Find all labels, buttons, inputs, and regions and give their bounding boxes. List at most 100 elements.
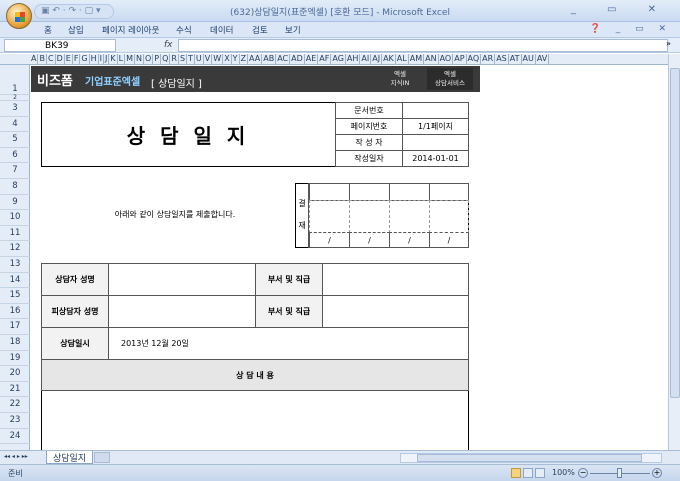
approval-title-cell[interactable] (349, 183, 390, 201)
info-value[interactable] (402, 102, 469, 119)
column-header[interactable]: AR (481, 54, 496, 64)
content-area[interactable] (42, 391, 468, 450)
column-header[interactable]: A (30, 54, 39, 64)
quick-access-toolbar[interactable]: ▣ ↶ · ↷ · ▢ ▾ (34, 4, 114, 19)
row-header[interactable]: 20 (0, 366, 30, 382)
sheet-tab-active[interactable]: 상담일지 (46, 451, 94, 464)
column-header[interactable]: D (56, 54, 65, 64)
date-value[interactable]: 2013년 12월 20일 (108, 327, 469, 360)
excel-consult-button[interactable]: 엑셀 상담서비스 (427, 68, 473, 90)
row-header[interactable]: 18 (0, 335, 30, 351)
row-header[interactable]: 3 (0, 101, 30, 117)
column-header[interactable]: O (144, 54, 154, 64)
tab-insert[interactable]: 삽입 (68, 24, 84, 36)
column-header[interactable]: AT (509, 54, 522, 64)
row-header[interactable]: 6 (0, 148, 30, 164)
column-header[interactable]: AI (360, 54, 372, 64)
row-header[interactable]: 24 (0, 429, 30, 445)
zoom-out-icon[interactable]: − (578, 468, 588, 478)
row-header[interactable]: 13 (0, 257, 30, 273)
approval-sign-cell[interactable] (309, 200, 350, 233)
approval-sign-cell[interactable] (429, 200, 469, 233)
row-header[interactable]: 21 (0, 382, 30, 398)
column-header[interactable]: AF (318, 54, 332, 64)
column-header[interactable]: AU (522, 54, 536, 64)
approval-date-cell[interactable]: / (389, 232, 430, 248)
column-header[interactable]: AH (346, 54, 361, 64)
row-header[interactable]: 22 (0, 397, 30, 413)
counselor-name-field[interactable] (108, 263, 256, 296)
column-header[interactable]: P (153, 54, 162, 64)
column-header[interactable]: AP (453, 54, 467, 64)
row-header[interactable]: 19 (0, 351, 30, 367)
column-header[interactable]: S (179, 54, 188, 64)
column-header[interactable]: V (204, 54, 213, 64)
page-break-view-icon[interactable] (535, 468, 545, 478)
column-header[interactable]: M (125, 54, 135, 64)
counselee-dept-field[interactable] (322, 295, 469, 328)
column-header[interactable]: AD (290, 54, 305, 64)
approval-sign-cell[interactable] (389, 200, 430, 233)
approval-date-cell[interactable]: / (309, 232, 350, 248)
insert-function-icon[interactable]: fx (164, 40, 173, 50)
tab-formulas[interactable]: 수식 (176, 24, 192, 36)
tab-data[interactable]: 데이터 (210, 24, 233, 36)
office-button[interactable] (6, 3, 32, 29)
column-header[interactable]: AC (276, 54, 291, 64)
column-header[interactable]: AS (495, 54, 509, 64)
horizontal-scrollbar[interactable] (400, 453, 662, 463)
info-value[interactable]: 2014-01-01 (402, 150, 469, 167)
row-header[interactable]: 10 (0, 210, 30, 226)
row-header[interactable]: 16 (0, 304, 30, 320)
column-header[interactable]: AA (248, 54, 263, 64)
column-header[interactable]: X (223, 54, 232, 64)
approval-date-cell[interactable]: / (349, 232, 390, 248)
normal-view-icon[interactable] (511, 468, 521, 478)
row-header[interactable]: 9 (0, 195, 30, 211)
h-scroll-thumb[interactable] (417, 454, 642, 462)
column-header[interactable]: R (170, 54, 179, 64)
tab-home[interactable]: 홈 (44, 24, 52, 36)
page-layout-view-icon[interactable] (523, 468, 533, 478)
column-header[interactable]: E (65, 54, 73, 64)
tab-review[interactable]: 검토 (252, 24, 268, 36)
column-header[interactable]: AB (262, 54, 277, 64)
column-header[interactable]: H (90, 54, 99, 64)
approval-title-cell[interactable] (429, 183, 469, 201)
formula-input[interactable] (178, 39, 668, 52)
column-header[interactable]: AM (409, 54, 425, 64)
column-header[interactable]: AO (439, 54, 454, 64)
column-header[interactable]: Y (232, 54, 240, 64)
approval-date-cell[interactable]: / (429, 232, 469, 248)
column-header[interactable]: AJ (371, 54, 383, 64)
insert-sheet-icon[interactable] (94, 452, 110, 463)
row-header[interactable]: 4 (0, 117, 30, 133)
column-header[interactable]: W (212, 54, 224, 64)
approval-title-cell[interactable] (309, 183, 350, 201)
column-header[interactable]: Q (161, 54, 171, 64)
name-box[interactable]: BK39 (4, 39, 116, 52)
excel-knowledge-button[interactable]: 엑셀 지식IN (377, 68, 423, 90)
zoom-level[interactable]: 100% (552, 468, 575, 477)
row-header[interactable]: 5 (0, 132, 30, 148)
counselor-dept-field[interactable] (322, 263, 469, 296)
info-value[interactable] (402, 134, 469, 151)
row-header[interactable]: 17 (0, 319, 30, 335)
column-header[interactable]: N (135, 54, 144, 64)
vertical-scrollbar[interactable] (668, 54, 680, 450)
sheet-nav-buttons[interactable]: ◂◂ ◂ ▸ ▸▸ (4, 453, 28, 460)
column-header[interactable]: G (80, 54, 90, 64)
tab-page-layout[interactable]: 페이지 레이아웃 (102, 24, 159, 36)
column-header[interactable]: B (38, 54, 47, 64)
column-header[interactable]: F (73, 54, 81, 64)
row-header[interactable]: 8 (0, 179, 30, 195)
column-header[interactable]: T (187, 54, 195, 64)
column-header[interactable]: Z (240, 54, 249, 64)
info-value[interactable]: 1/1페이지 (402, 118, 469, 135)
zoom-in-icon[interactable]: + (652, 468, 662, 478)
approval-title-cell[interactable] (389, 183, 430, 201)
approval-sign-cell[interactable] (349, 200, 390, 233)
column-header[interactable]: AL (396, 54, 409, 64)
column-header[interactable]: C (47, 54, 56, 64)
expand-formula-bar-button[interactable]: » (666, 39, 671, 48)
